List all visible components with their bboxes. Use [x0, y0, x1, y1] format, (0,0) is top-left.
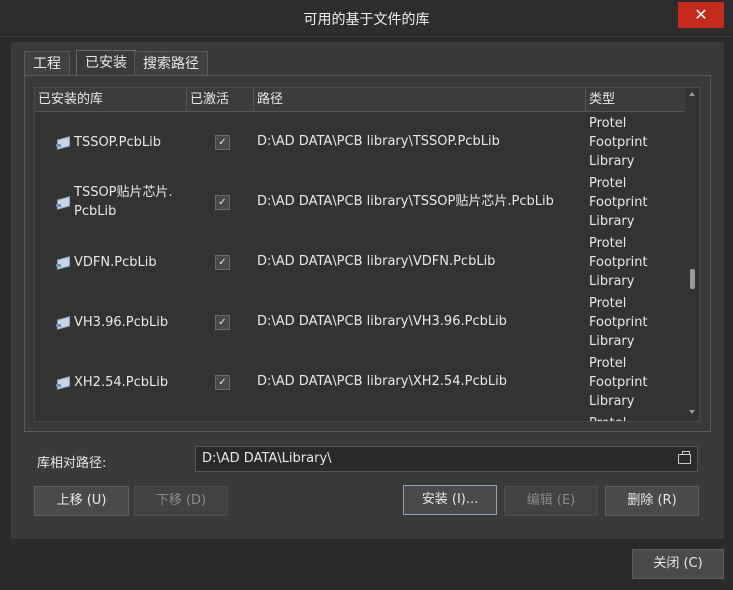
library-name: XH2.54.PcbLib	[74, 374, 169, 390]
tab-installed[interactable]: 已安装	[76, 50, 136, 77]
edit-button[interactable]: 编辑 (E)	[504, 486, 598, 516]
active-checkbox[interactable]: ✓	[215, 255, 230, 270]
library-name: VH3.96.PcbLib	[74, 314, 169, 330]
type-line: Footprint	[589, 135, 648, 150]
library-name-cell: VDFN.PcbLib	[55, 232, 205, 292]
open-folder-icon[interactable]	[678, 451, 691, 464]
library-path: D:\AD DATA\PCB library\XH2.54.PcbLib	[257, 374, 507, 389]
column-header-path[interactable]: 路径	[254, 88, 586, 111]
window-close-button[interactable]: ✕	[678, 2, 724, 28]
type-line: Library	[589, 214, 635, 229]
remove-button[interactable]: 删除 (R)	[605, 486, 699, 516]
table-row[interactable]: VDFN.PcbLib ✓ D:\AD DATA\PCB library\VDF…	[35, 232, 685, 292]
relative-path-label: 库相对路径:	[37, 456, 107, 471]
active-checkbox[interactable]: ✓	[215, 315, 230, 330]
pcb-library-icon	[55, 135, 71, 150]
table-row[interactable]: VH3.96.PcbLib ✓ D:\AD DATA\PCB library\V…	[35, 292, 685, 352]
type-line: Protel	[589, 356, 627, 371]
library-name-line: TSSOP贴片芯片.	[74, 185, 173, 200]
scroll-down-arrow-icon[interactable]	[689, 410, 695, 414]
pcb-library-icon	[55, 315, 71, 330]
type-line: Library	[589, 334, 635, 349]
library-name: TSSOP.PcbLib	[74, 134, 161, 150]
type-line: Footprint	[589, 255, 648, 270]
type-line: Protel	[589, 414, 679, 421]
active-checkbox[interactable]: ✓	[215, 375, 230, 390]
library-path: D:\AD DATA\PCB library\VDFN.PcbLib	[257, 254, 496, 269]
library-name: TSSOP贴片芯片. PcbLib	[74, 183, 173, 221]
library-path: D:\AD DATA\PCB library\VH3.96.PcbLib	[257, 314, 507, 329]
table-row[interactable]: TSSOP贴片芯片. PcbLib ✓ D:\AD DATA\PCB libra…	[35, 172, 685, 232]
installed-library-list[interactable]: 已安装的库 已激活 路径 类型 TSSOP.PcbLib ✓ D:\AD DAT…	[34, 87, 700, 422]
type-line: Library	[589, 274, 635, 289]
type-line: Footprint	[589, 315, 648, 330]
relative-path-field[interactable]: D:\AD DATA\Library\	[195, 446, 698, 472]
pcb-library-icon	[55, 255, 71, 270]
library-name-cell: TSSOP.PcbLib	[55, 112, 205, 172]
column-header-installed-library[interactable]: 已安装的库	[35, 88, 187, 111]
scrollbar-thumb[interactable]	[690, 269, 695, 289]
active-checkbox[interactable]: ✓	[215, 195, 230, 210]
move-up-button[interactable]: 上移 (U)	[34, 486, 129, 516]
library-name-line: PcbLib	[74, 204, 117, 219]
type-line: Library	[589, 154, 635, 169]
column-header-active[interactable]: 已激活	[187, 88, 254, 111]
tab-project[interactable]: 工程	[24, 51, 70, 76]
relative-path-value: D:\AD DATA\Library\	[202, 451, 332, 466]
close-button[interactable]: 关闭 (C)	[632, 549, 724, 579]
list-scrollbar[interactable]	[686, 88, 699, 421]
pcb-library-icon	[55, 195, 71, 210]
library-type: Protel Footprint Library	[589, 112, 679, 174]
library-type: Protel Footprint Library	[589, 352, 679, 414]
tab-search-path[interactable]: 搜索路径	[134, 51, 208, 76]
pcb-library-icon	[55, 375, 71, 390]
library-path: D:\AD DATA\PCB library\TSSOP.PcbLib	[257, 134, 500, 149]
move-down-button[interactable]: 下移 (D)	[134, 486, 228, 516]
scroll-up-arrow-icon[interactable]	[689, 92, 695, 96]
library-type: Protel Footprint Library	[589, 172, 679, 234]
library-name: VDFN.PcbLib	[74, 254, 157, 270]
table-row[interactable]: TSSOP.PcbLib ✓ D:\AD DATA\PCB library\TS…	[35, 112, 685, 172]
table-row[interactable]: Protel	[35, 412, 685, 421]
type-line: Footprint	[589, 195, 648, 210]
title-bar: 可用的基于文件的库 ✕	[0, 0, 733, 37]
type-line: Protel	[589, 296, 627, 311]
library-name-cell: XH2.54.PcbLib	[55, 352, 205, 412]
active-checkbox[interactable]: ✓	[215, 135, 230, 150]
library-name-cell: TSSOP贴片芯片. PcbLib	[55, 172, 205, 232]
window-title: 可用的基于文件的库	[303, 12, 430, 28]
library-type: Protel Footprint Library	[589, 292, 679, 354]
library-path: D:\AD DATA\PCB library\TSSOP贴片芯片.PcbLib	[257, 194, 554, 209]
type-line: Protel	[589, 236, 627, 251]
type-line: Protel	[589, 176, 627, 191]
type-line: Library	[589, 394, 635, 409]
library-name-cell: VH3.96.PcbLib	[55, 292, 205, 352]
type-line: Footprint	[589, 375, 648, 390]
install-button[interactable]: 安装 (I)...	[403, 485, 497, 515]
table-row[interactable]: XH2.54.PcbLib ✓ D:\AD DATA\PCB library\X…	[35, 352, 685, 412]
library-type: Protel	[589, 412, 679, 421]
library-type: Protel Footprint Library	[589, 232, 679, 294]
column-header-type[interactable]: 类型	[586, 88, 685, 111]
list-header: 已安装的库 已激活 路径 类型	[35, 88, 685, 112]
type-line: Protel	[589, 116, 627, 131]
